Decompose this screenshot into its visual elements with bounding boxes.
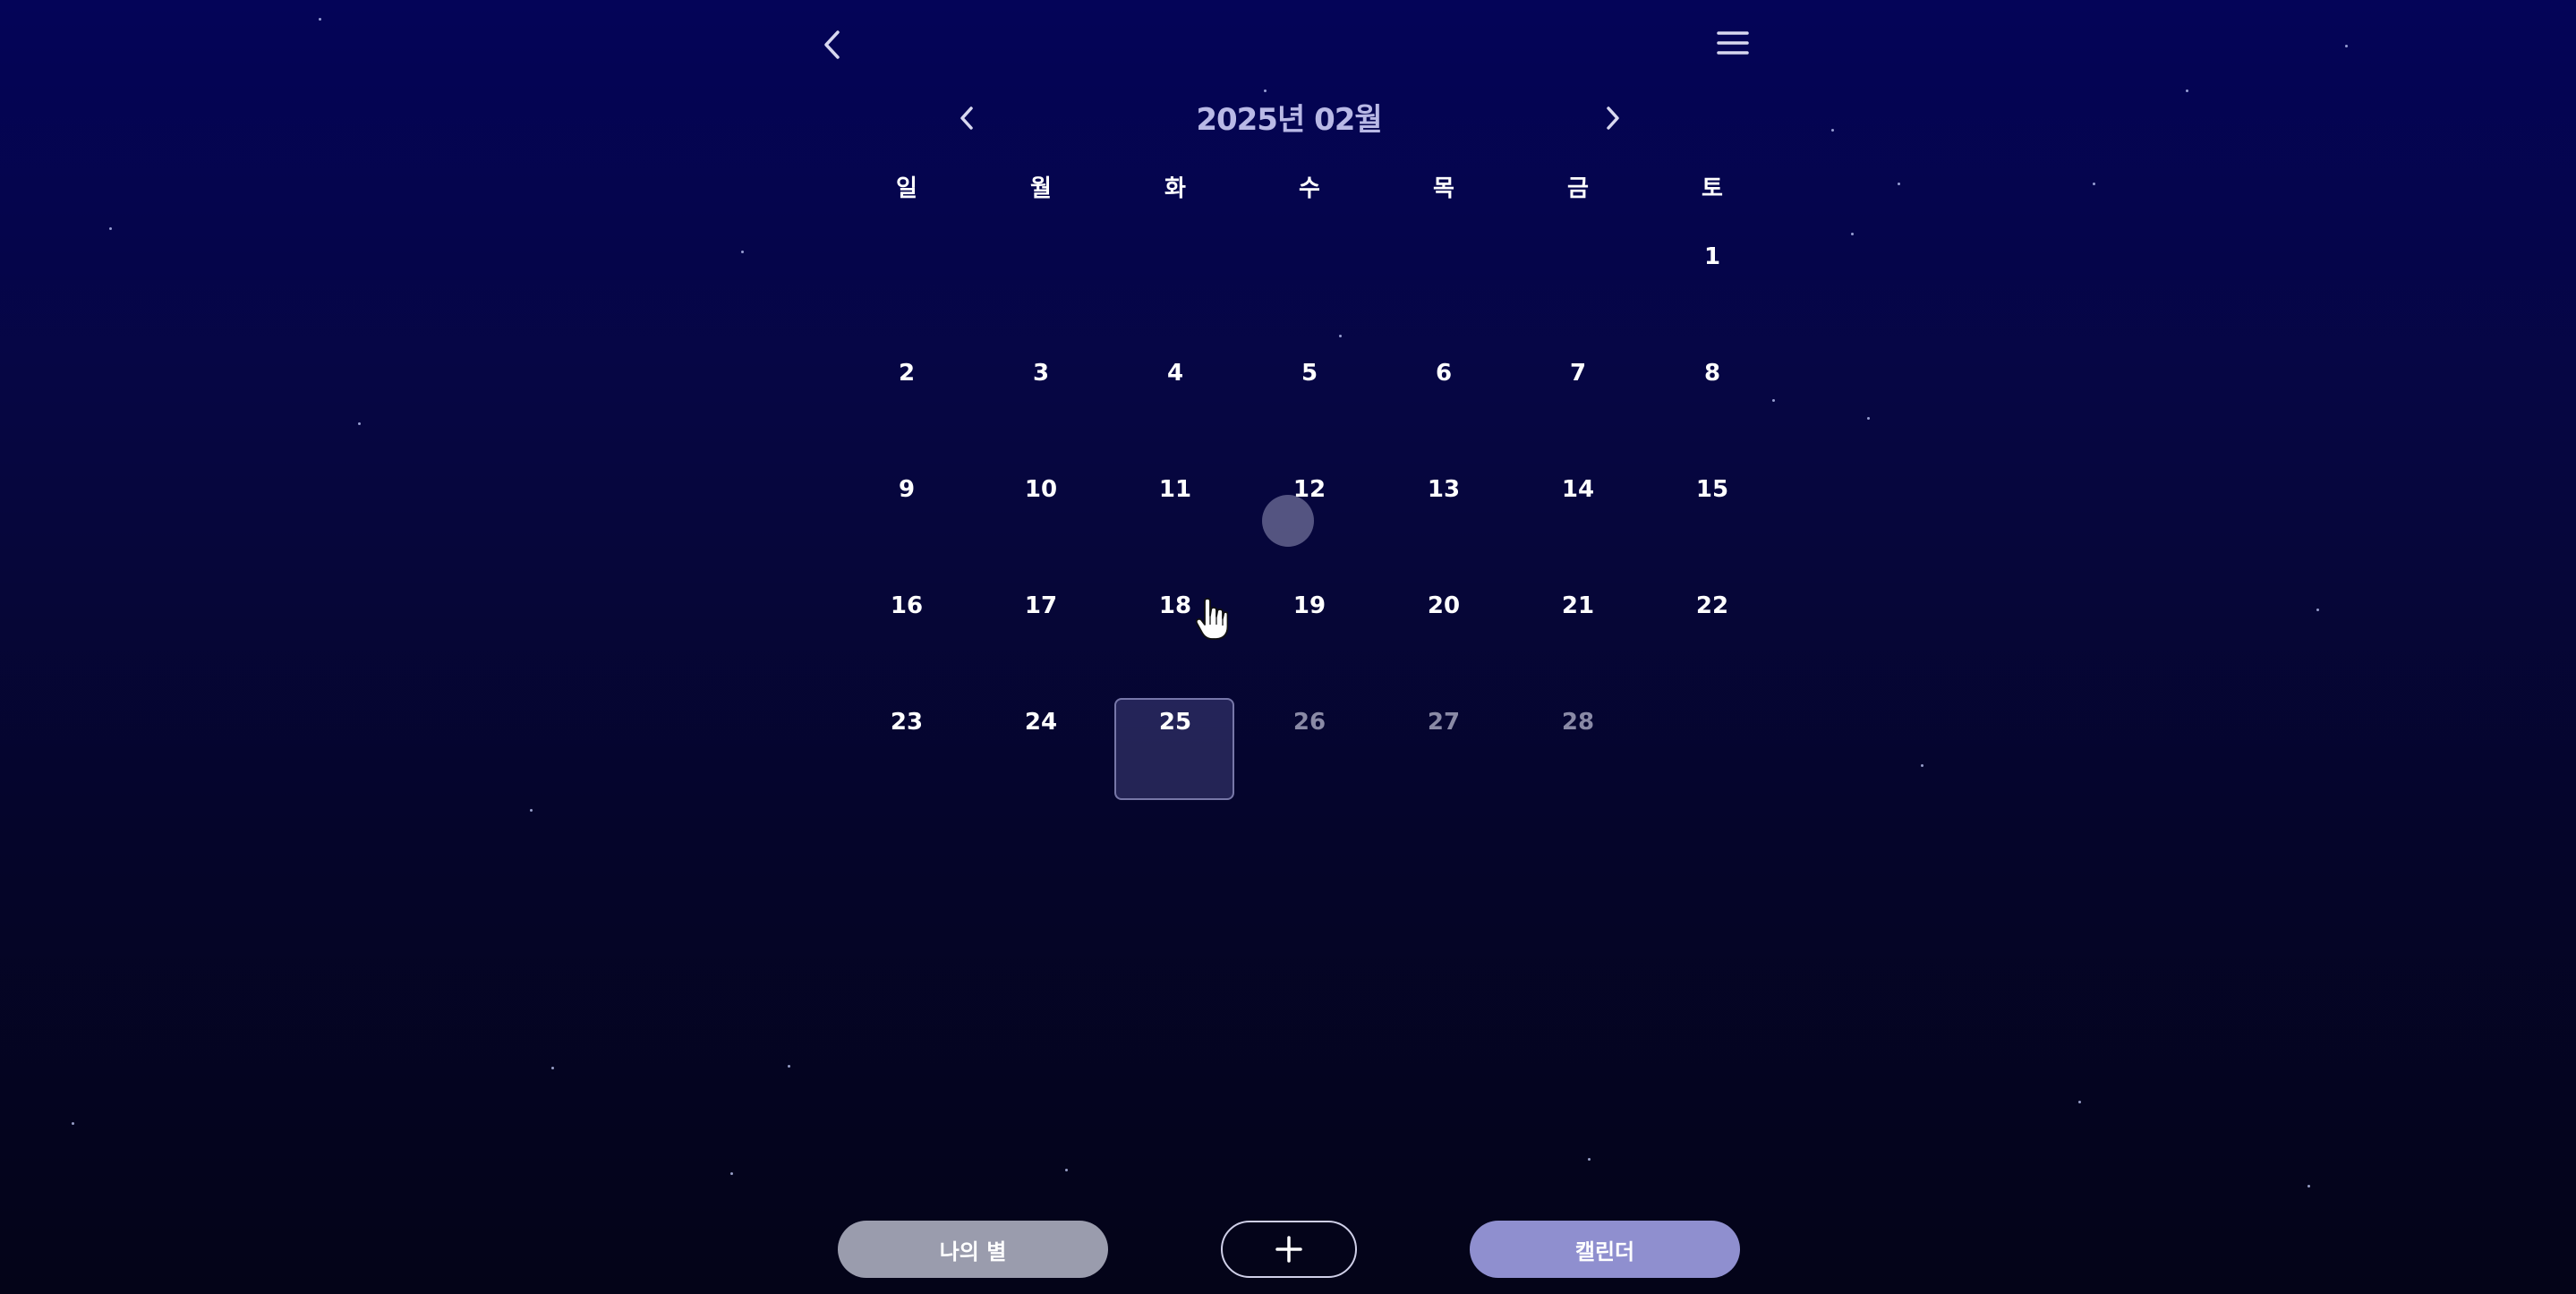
- day-cell[interactable]: 3: [974, 349, 1108, 465]
- bottom-navigation: 나의 별 캘린더: [0, 1221, 2576, 1280]
- day-number: 24: [1024, 709, 1058, 736]
- weekday-thu: 목: [1433, 175, 1454, 202]
- day-cell[interactable]: 23: [840, 698, 974, 814]
- weekday-tue: 화: [1164, 175, 1186, 202]
- plus-icon: [1275, 1236, 1302, 1263]
- day-number: 19: [1292, 592, 1326, 619]
- touch-indicator: [1262, 495, 1314, 547]
- month-title: 2025년 02월: [1196, 102, 1382, 138]
- day-number: 1: [1703, 243, 1721, 270]
- day-cell[interactable]: 20: [1377, 582, 1511, 698]
- day-number: 4: [1166, 360, 1184, 387]
- day-cell[interactable]: 26: [1242, 698, 1377, 814]
- calendar-label: 캘린더: [1574, 1239, 1635, 1264]
- day-cell[interactable]: 13: [1377, 465, 1511, 582]
- back-button[interactable]: [806, 25, 859, 64]
- day-number: 10: [1024, 476, 1058, 503]
- day-cell[interactable]: 21: [1511, 582, 1645, 698]
- day-number: 28: [1561, 709, 1595, 736]
- day-cell[interactable]: 28: [1511, 698, 1645, 814]
- day-cell[interactable]: 1: [1645, 233, 1779, 349]
- day-cell[interactable]: 15: [1645, 465, 1779, 582]
- day-cell[interactable]: 17: [974, 582, 1108, 698]
- empty-day-cell: [1511, 233, 1645, 349]
- chevron-right-icon: [1607, 106, 1619, 130]
- day-number: 8: [1703, 360, 1721, 387]
- day-number: 16: [890, 592, 924, 619]
- day-cell[interactable]: 5: [1242, 349, 1377, 465]
- day-number: 27: [1427, 709, 1461, 736]
- day-cell[interactable]: 4: [1108, 349, 1242, 465]
- day-number: 20: [1427, 592, 1461, 619]
- day-cell[interactable]: 24: [974, 698, 1108, 814]
- weekday-header-row: 일 월 화 수 목 금 토: [840, 170, 1779, 206]
- weekday-wed: 수: [1299, 175, 1320, 202]
- day-number: 25: [1158, 709, 1192, 736]
- day-cell[interactable]: 8: [1645, 349, 1779, 465]
- day-cell[interactable]: 27: [1377, 698, 1511, 814]
- day-number: 15: [1695, 476, 1729, 503]
- day-cell-today[interactable]: 25: [1108, 698, 1242, 814]
- empty-day-cell: [840, 233, 974, 349]
- day-number: 26: [1292, 709, 1326, 736]
- day-cell[interactable]: 14: [1511, 465, 1645, 582]
- day-cell[interactable]: 22: [1645, 582, 1779, 698]
- empty-day-cell: [1108, 233, 1242, 349]
- calendar-button[interactable]: 캘린더: [1470, 1221, 1740, 1278]
- hand-cursor-icon: [1196, 598, 1228, 640]
- day-cell[interactable]: 11: [1108, 465, 1242, 582]
- day-number: 14: [1561, 476, 1595, 503]
- day-number: 5: [1301, 360, 1318, 387]
- add-button[interactable]: [1221, 1221, 1357, 1278]
- next-month-button[interactable]: [1595, 98, 1631, 138]
- day-cell[interactable]: 10: [974, 465, 1108, 582]
- empty-day-cell: [1377, 233, 1511, 349]
- day-cell[interactable]: 2: [840, 349, 974, 465]
- day-number: 21: [1561, 592, 1595, 619]
- menu-button[interactable]: [1706, 23, 1760, 63]
- day-number: 17: [1024, 592, 1058, 619]
- day-number: 2: [898, 360, 916, 387]
- day-number: 13: [1427, 476, 1461, 503]
- day-number: 11: [1158, 476, 1192, 503]
- weekday-mon: 월: [1030, 175, 1052, 202]
- day-number: 22: [1695, 592, 1729, 619]
- my-star-button[interactable]: 나의 별: [838, 1221, 1108, 1278]
- weekday-sun: 일: [896, 175, 917, 202]
- day-number: 18: [1158, 592, 1192, 619]
- day-cell[interactable]: 7: [1511, 349, 1645, 465]
- month-header: 2025년 02월: [931, 89, 1647, 147]
- day-number: 3: [1032, 360, 1050, 387]
- weekday-sat: 토: [1702, 175, 1723, 202]
- hamburger-menu-icon: [1717, 31, 1749, 55]
- day-number: 7: [1569, 360, 1587, 387]
- my-star-label: 나의 별: [939, 1239, 1007, 1264]
- day-cell[interactable]: 19: [1242, 582, 1377, 698]
- chevron-left-icon: [824, 30, 840, 59]
- day-cell[interactable]: 9: [840, 465, 974, 582]
- day-number: 6: [1435, 360, 1453, 387]
- day-number: 9: [898, 476, 916, 503]
- day-cell[interactable]: 6: [1377, 349, 1511, 465]
- day-cell[interactable]: 16: [840, 582, 974, 698]
- empty-day-cell: [974, 233, 1108, 349]
- weekday-fri: 금: [1567, 175, 1589, 202]
- empty-day-cell: [1242, 233, 1377, 349]
- day-number: 23: [890, 709, 924, 736]
